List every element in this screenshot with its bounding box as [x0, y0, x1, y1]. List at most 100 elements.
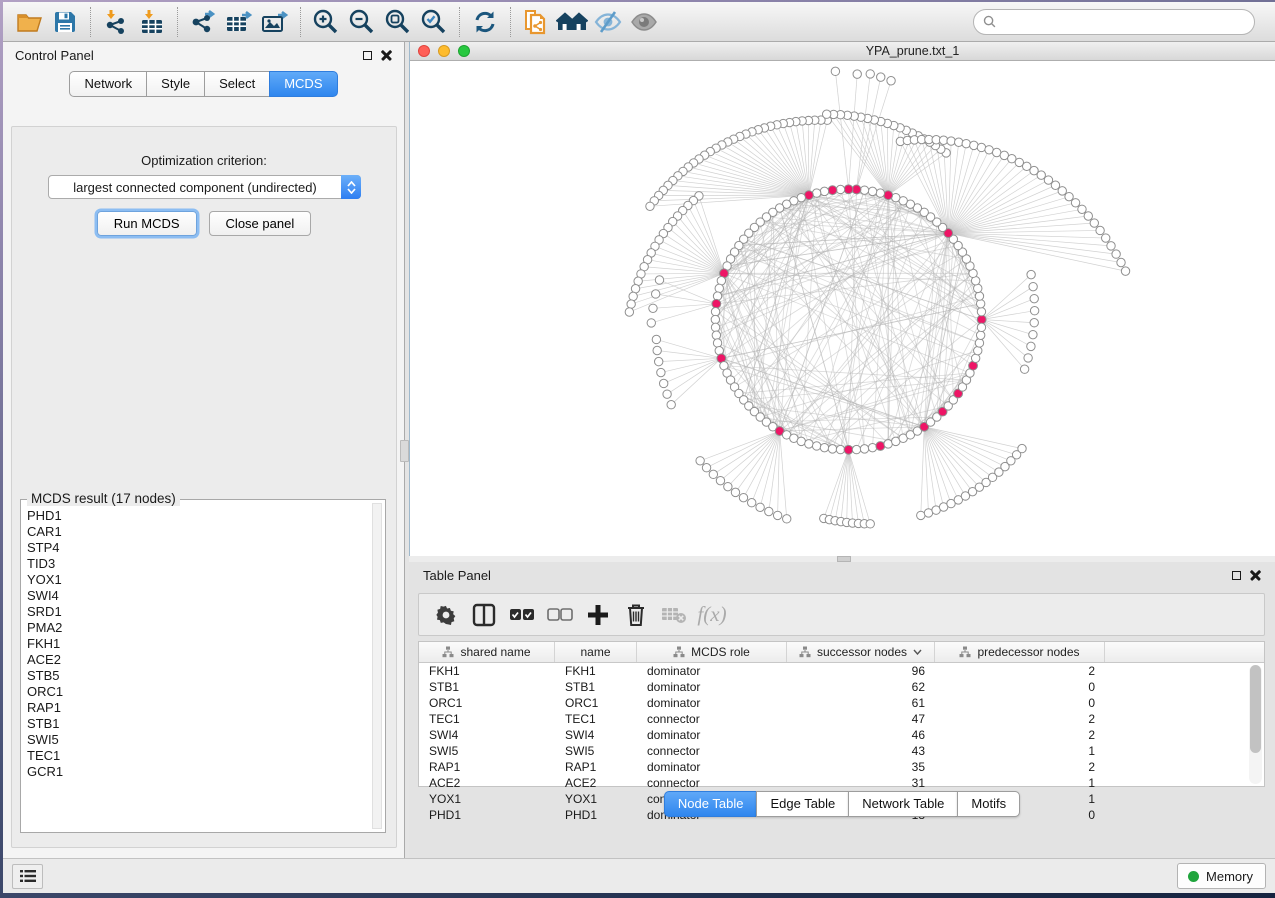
- mcds-result-item[interactable]: ORC1: [25, 684, 371, 700]
- export-network-button[interactable]: [185, 5, 221, 39]
- close-panel-icon[interactable]: [1250, 570, 1261, 581]
- select-all-rows-button[interactable]: [505, 598, 539, 632]
- cell-shared-name: ORC1: [419, 696, 555, 710]
- zoom-selected-icon: [420, 8, 448, 36]
- cell-MCDS-role: connector: [637, 712, 787, 726]
- mcds-result-item[interactable]: SRD1: [25, 604, 371, 620]
- zoom-selected-button[interactable]: [416, 5, 452, 39]
- table-settings-button[interactable]: [429, 598, 463, 632]
- mcds-result-item[interactable]: TEC1: [25, 748, 371, 764]
- column-header-shared-name[interactable]: shared name: [419, 642, 555, 662]
- scrollbar-thumb[interactable]: [1250, 665, 1261, 753]
- column-header-successor-nodes[interactable]: successor nodes: [787, 642, 935, 662]
- table-row[interactable]: STB1STB1dominator620: [419, 679, 1264, 695]
- table-row[interactable]: SWI4SWI4dominator462: [419, 727, 1264, 743]
- hide-selected-button[interactable]: [590, 5, 626, 39]
- control-panel-tabs: NetworkStyleSelectMCDS: [3, 68, 404, 97]
- export-image-icon: [260, 8, 290, 36]
- cell-name: RAP1: [555, 760, 637, 774]
- checked-boxes-icon: [509, 608, 535, 622]
- tab-network[interactable]: Network: [69, 71, 146, 97]
- table-row[interactable]: ACE2ACE2connector311: [419, 775, 1264, 791]
- mcds-result-item[interactable]: STB1: [25, 716, 371, 732]
- function-builder-button[interactable]: f(x): [695, 598, 729, 632]
- tab-mcds[interactable]: MCDS: [269, 71, 337, 97]
- memory-button[interactable]: Memory: [1177, 863, 1266, 889]
- mcds-result-item[interactable]: PHD1: [25, 508, 371, 524]
- cell-successor-nodes: 61: [787, 696, 935, 710]
- criterion-dropdown[interactable]: largest connected component (undirected): [48, 175, 361, 199]
- toolbar-separator: [300, 7, 301, 37]
- column-header-MCDS-role[interactable]: MCDS role: [637, 642, 787, 662]
- mcds-result-item[interactable]: SWI5: [25, 732, 371, 748]
- cell-successor-nodes: 96: [787, 664, 935, 678]
- mcds-result-item[interactable]: FKH1: [25, 636, 371, 652]
- tab-edge-table[interactable]: Edge Table: [756, 791, 848, 817]
- tab-style[interactable]: Style: [146, 71, 204, 97]
- mcds-result-item[interactable]: RAP1: [25, 700, 371, 716]
- delete-column-button[interactable]: [619, 598, 653, 632]
- tab-network-table[interactable]: Network Table: [848, 791, 957, 817]
- delete-table-button[interactable]: [657, 598, 691, 632]
- column-header-name[interactable]: name: [555, 642, 637, 662]
- float-panel-icon[interactable]: [1232, 571, 1241, 580]
- table-row[interactable]: SWI5SWI5connector431: [419, 743, 1264, 759]
- toolbar-separator: [177, 7, 178, 37]
- zoom-in-button[interactable]: [308, 5, 344, 39]
- table-row[interactable]: ORC1ORC1dominator610: [419, 695, 1264, 711]
- search-input[interactable]: [1002, 14, 1254, 29]
- cell-shared-name: SWI5: [419, 744, 555, 758]
- table-row[interactable]: RAP1RAP1dominator352: [419, 759, 1264, 775]
- mcds-result-item[interactable]: STB5: [25, 668, 371, 684]
- close-panel-button[interactable]: Close panel: [209, 211, 312, 236]
- network-canvas[interactable]: [410, 61, 1275, 556]
- table-row[interactable]: TEC1TEC1connector472: [419, 711, 1264, 727]
- save-session-button[interactable]: [47, 5, 83, 39]
- memory-status-icon: [1188, 871, 1199, 882]
- mcds-result-item[interactable]: GCR1: [25, 764, 371, 780]
- network-graph[interactable]: [410, 61, 1275, 556]
- table-row[interactable]: FKH1FKH1dominator962: [419, 663, 1264, 679]
- add-column-button[interactable]: [581, 598, 615, 632]
- tab-select[interactable]: Select: [204, 71, 269, 97]
- deselect-all-rows-button[interactable]: [543, 598, 577, 632]
- task-history-button[interactable]: [12, 864, 43, 889]
- fx-icon: f(x): [697, 602, 726, 627]
- cell-name: ORC1: [555, 696, 637, 710]
- zoom-fit-button[interactable]: [380, 5, 416, 39]
- run-mcds-button[interactable]: Run MCDS: [97, 211, 197, 236]
- first-neighbors-button[interactable]: [554, 5, 590, 39]
- zoom-out-button[interactable]: [344, 5, 380, 39]
- float-panel-icon[interactable]: [363, 51, 372, 60]
- column-selector-button[interactable]: [467, 598, 501, 632]
- mcds-result-item[interactable]: STP4: [25, 540, 371, 556]
- copy-network-button[interactable]: [518, 5, 554, 39]
- mcds-result-item[interactable]: CAR1: [25, 524, 371, 540]
- close-panel-icon[interactable]: [381, 50, 392, 61]
- table-scrollbar[interactable]: [1249, 665, 1262, 784]
- refresh-layout-button[interactable]: [467, 5, 503, 39]
- mcds-result-list[interactable]: PHD1CAR1STP4TID3YOX1SWI4SRD1PMA2FKH1ACE2…: [25, 508, 371, 828]
- network-window-titlebar[interactable]: YPA_prune.txt_1: [410, 42, 1275, 61]
- search-field[interactable]: [973, 9, 1255, 35]
- cell-name: TEC1: [555, 712, 637, 726]
- tab-motifs[interactable]: Motifs: [957, 791, 1020, 817]
- import-network-button[interactable]: [98, 5, 134, 39]
- tab-node-table[interactable]: Node Table: [664, 791, 757, 817]
- mcds-result-item[interactable]: TID3: [25, 556, 371, 572]
- mcds-list-scrollbar[interactable]: [372, 503, 382, 829]
- mcds-result-item[interactable]: PMA2: [25, 620, 371, 636]
- show-all-button[interactable]: [626, 5, 662, 39]
- mcds-result-item[interactable]: SWI4: [25, 588, 371, 604]
- cell-successor-nodes: 46: [787, 728, 935, 742]
- open-file-button[interactable]: [11, 5, 47, 39]
- export-image-button[interactable]: [257, 5, 293, 39]
- column-header-predecessor-nodes[interactable]: predecessor nodes: [935, 642, 1105, 662]
- attribute-type-icon: [799, 646, 811, 658]
- mcds-result-item[interactable]: ACE2: [25, 652, 371, 668]
- application-window: Control Panel NetworkStyleSelectMCDS Opt…: [3, 2, 1275, 893]
- splitter-grip[interactable]: [400, 440, 409, 462]
- import-table-button[interactable]: [134, 5, 170, 39]
- mcds-result-item[interactable]: YOX1: [25, 572, 371, 588]
- export-table-button[interactable]: [221, 5, 257, 39]
